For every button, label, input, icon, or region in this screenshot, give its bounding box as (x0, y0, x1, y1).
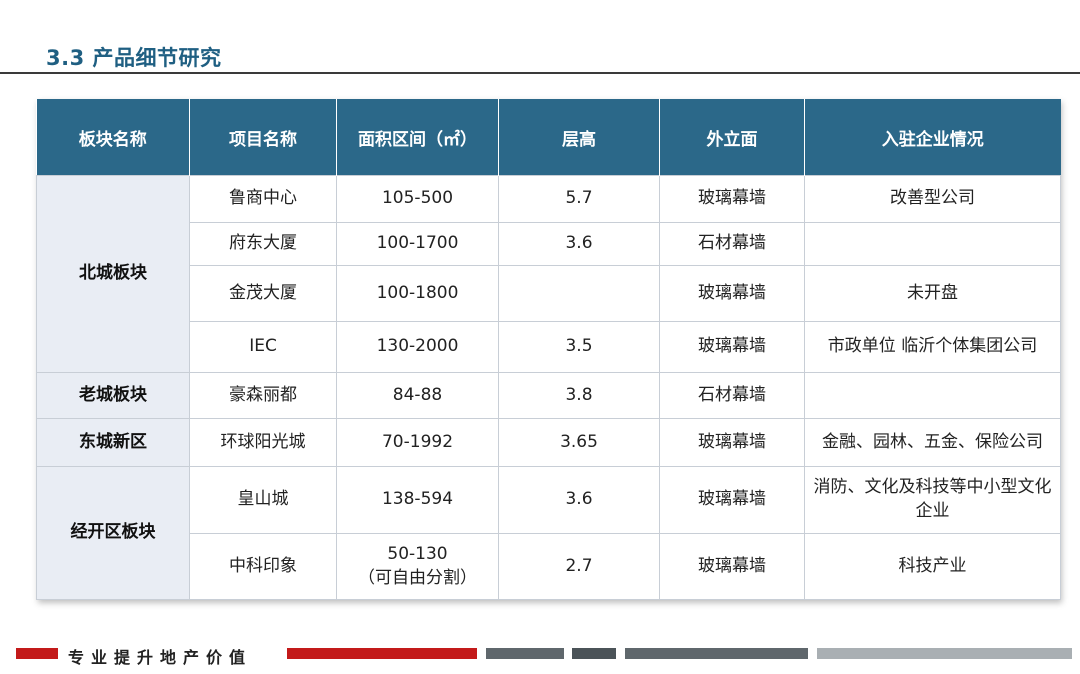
tenants-cell: 未开盘 (804, 265, 1061, 322)
tenants-cell: 消防、文化及科技等中小型文化企业 (804, 466, 1061, 534)
area-cell: 130-2000 (336, 321, 499, 373)
project-cell: IEC (189, 321, 337, 373)
region-cell: 老城板块 (36, 372, 190, 419)
header-region: 板块名称 (36, 99, 190, 176)
tenants-cell (804, 222, 1061, 266)
table-row: 中科印象 50-130 （可自由分割） 2.7 玻璃幕墙 科技产业 (37, 533, 1061, 600)
footer-slogan: 专业提升地产价值 (68, 648, 253, 667)
tenants-cell: 科技产业 (804, 533, 1061, 600)
footer-light-gray-bar (817, 648, 1072, 659)
table-row: 金茂大厦 100-1800 玻璃幕墙 未开盘 (37, 265, 1061, 322)
facade-cell: 玻璃幕墙 (659, 418, 805, 467)
footer-gray-bar-1 (486, 648, 564, 659)
area-note: （可自由分割） (358, 567, 477, 588)
project-cell: 豪森丽都 (189, 372, 337, 419)
product-detail-table: 板块名称 项目名称 面积区间（㎡） 层高 外立面 入驻企业情况 北城板块 鲁商中… (36, 99, 1061, 600)
tenants-cell (804, 372, 1061, 419)
height-cell: 3.6 (498, 222, 660, 266)
area-cell: 105-500 (336, 175, 499, 223)
area-cell: 70-1992 (336, 418, 499, 467)
region-cell: 东城新区 (36, 418, 190, 467)
facade-cell: 玻璃幕墙 (659, 175, 805, 223)
height-cell: 3.5 (498, 321, 660, 373)
height-cell (498, 265, 660, 322)
table-row: 北城板块 鲁商中心 105-500 5.7 玻璃幕墙 改善型公司 (36, 175, 1061, 373)
facade-cell: 玻璃幕墙 (659, 265, 805, 322)
area-cell: 138-594 (336, 466, 499, 534)
footer-red-accent-left (16, 648, 58, 659)
project-cell: 中科印象 (189, 533, 337, 600)
height-cell: 3.6 (498, 466, 660, 534)
header-tenants: 入驻企业情况 (804, 99, 1061, 176)
tenants-cell: 市政单位 临沂个体集团公司 (804, 321, 1061, 373)
facade-cell: 玻璃幕墙 (659, 533, 805, 600)
table-row: 经开区板块 皇山城 138-594 3.6 玻璃幕墙 消防、文化及科技等中小型文… (36, 466, 1061, 600)
area-cell: 50-130 （可自由分割） (336, 533, 499, 600)
tenants-cell: 改善型公司 (804, 175, 1061, 223)
region-cell: 经开区板块 (36, 466, 190, 600)
region-cell: 北城板块 (36, 175, 190, 373)
area-range: 50-130 (387, 543, 448, 564)
table-row: 老城板块 豪森丽都 84-88 3.8 石材幕墙 (36, 372, 1061, 419)
header-project: 项目名称 (189, 99, 337, 176)
area-cell: 84-88 (336, 372, 499, 419)
area-cell: 100-1800 (336, 265, 499, 322)
title-divider (0, 72, 1080, 74)
table-row: IEC 130-2000 3.5 玻璃幕墙 市政单位 临沂个体集团公司 (37, 321, 1061, 373)
facade-cell: 玻璃幕墙 (659, 466, 805, 534)
table-row: 东城新区 环球阳光城 70-1992 3.65 玻璃幕墙 金融、园林、五金、保险… (36, 418, 1061, 467)
project-cell: 府东大厦 (189, 222, 337, 266)
facade-cell: 玻璃幕墙 (659, 321, 805, 373)
page-title: 3.3 产品细节研究 (46, 46, 222, 70)
height-cell: 3.65 (498, 418, 660, 467)
height-cell: 2.7 (498, 533, 660, 600)
footer-gray-bar-3 (625, 648, 808, 659)
project-cell: 金茂大厦 (189, 265, 337, 322)
footer-red-bar (287, 648, 477, 659)
footer-gray-bar-2 (572, 648, 616, 659)
header-height: 层高 (498, 99, 660, 176)
height-cell: 5.7 (498, 175, 660, 223)
facade-cell: 石材幕墙 (659, 372, 805, 419)
table-row: 府东大厦 100-1700 3.6 石材幕墙 (37, 222, 1061, 266)
project-cell: 环球阳光城 (189, 418, 337, 467)
tenants-cell: 金融、园林、五金、保险公司 (804, 418, 1061, 467)
area-cell: 100-1700 (336, 222, 499, 266)
facade-cell: 石材幕墙 (659, 222, 805, 266)
header-facade: 外立面 (659, 99, 805, 176)
project-cell: 皇山城 (189, 466, 337, 534)
project-cell: 鲁商中心 (189, 175, 337, 223)
header-area: 面积区间（㎡） (336, 99, 499, 176)
table-header-row: 板块名称 项目名称 面积区间（㎡） 层高 外立面 入驻企业情况 (36, 99, 1061, 176)
product-detail-table-container: 板块名称 项目名称 面积区间（㎡） 层高 外立面 入驻企业情况 北城板块 鲁商中… (36, 99, 1061, 600)
height-cell: 3.8 (498, 372, 660, 419)
